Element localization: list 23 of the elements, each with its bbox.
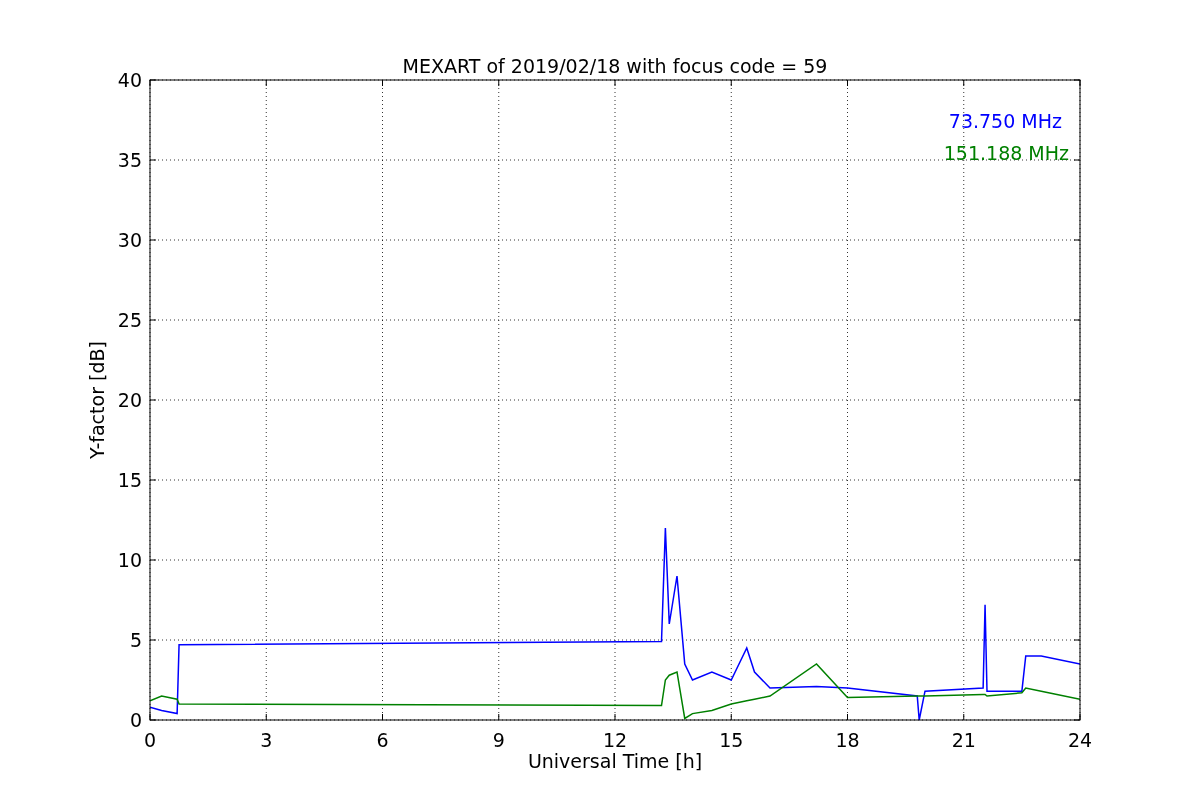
tick-label: 20 — [117, 389, 142, 411]
tick-label: 10 — [117, 549, 142, 571]
tick-label: 0 — [143, 729, 157, 751]
tick-label: 35 — [117, 149, 142, 171]
tick-label: 21 — [951, 729, 976, 751]
axis-label: Y-factor [dB] — [86, 341, 108, 459]
tick-label: 9 — [492, 729, 505, 751]
legend-label: 151.188 MHz — [943, 142, 1069, 164]
tick-label: 6 — [376, 729, 389, 751]
chart-title: MEXART of 2019/02/18 with focus code = 59 — [402, 55, 828, 77]
axis-label: Universal Time [h] — [527, 750, 703, 772]
tick-label: 15 — [719, 729, 744, 751]
tick-label: 15 — [117, 469, 142, 491]
tick-label: 30 — [117, 229, 142, 251]
tick-label: 18 — [835, 729, 860, 751]
legend-label: 73.750 MHz — [948, 110, 1062, 132]
tick-label: 3 — [260, 729, 273, 751]
tick-label: 25 — [117, 309, 142, 331]
tick-label: 12 — [602, 729, 628, 751]
tick-label: 40 — [117, 69, 142, 91]
tick-label: 0 — [129, 709, 142, 731]
tick-label: 5 — [129, 629, 142, 651]
tick-label: 24 — [1067, 729, 1093, 751]
